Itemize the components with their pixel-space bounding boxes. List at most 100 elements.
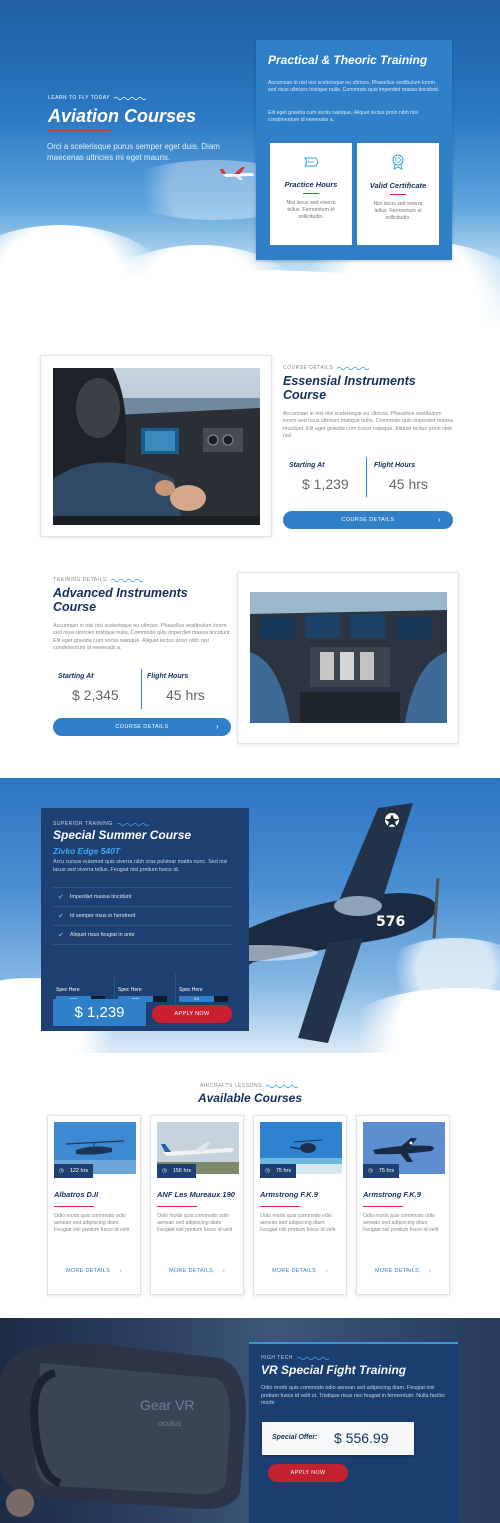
certificate-badge-icon: [392, 154, 404, 170]
title-underline: [48, 130, 110, 131]
summer-course-panel: SUPERIOR TRAINING Special Summer Course …: [41, 808, 249, 1031]
more-details-link[interactable]: MORE DETAILS ›: [357, 1268, 449, 1274]
airplane-icon: [220, 167, 254, 180]
wave-decoration-icon: [113, 96, 147, 100]
wave-decoration-icon: [265, 1084, 299, 1088]
apply-now-button[interactable]: APPLY NOW: [268, 1464, 348, 1482]
clock-icon: ◷: [368, 1168, 373, 1174]
course-kicker: TRAINING DETAILS: [53, 577, 145, 583]
chevron-right-icon: ›: [437, 515, 441, 524]
summer-price: $ 1,239: [53, 999, 146, 1026]
special-offer-box: Special Offer: $ 556.99: [262, 1422, 414, 1455]
feature-item: ✔ Imperdiet massa tincidunt: [53, 888, 233, 907]
spec-item: Spec Here ft-lt: [179, 987, 228, 1002]
training-panel: Practical & Theoric Training Accumsan in…: [256, 40, 452, 260]
cockpit-photo: [53, 368, 260, 525]
wave-decoration-icon: [110, 578, 144, 582]
apply-now-button[interactable]: APPLY NOW: [152, 1005, 232, 1023]
ticket-icon: [304, 157, 319, 167]
course-description: Accumsan in nisl nisi scelerisque eu ult…: [283, 411, 453, 440]
course-details-button[interactable]: COURSE DETAILS ›: [283, 511, 453, 529]
hero-title: Aviation Courses: [48, 106, 197, 126]
training-title: Practical & Theoric Training: [268, 53, 428, 67]
aircraft-name: Albatros D.II: [54, 1190, 99, 1199]
vr-panel: HIGH TECH VR Special Fight Training Odio…: [249, 1342, 458, 1523]
hours-badge: ◷ 75 hrs: [260, 1164, 297, 1178]
card-text: Nisi lacus sed viverra tellus. Fermentum…: [373, 201, 423, 221]
starting-price: $ 1,239: [302, 476, 349, 492]
hours-badge: ◷ 156 hrs: [157, 1164, 197, 1178]
feature-item: ✔ Id semper risus in hendrerit: [53, 907, 233, 926]
chevron-right-icon: ›: [325, 1268, 329, 1274]
course-description: Accumsan in nisl nisi scelerisque eu ult…: [53, 623, 231, 652]
course-details-button[interactable]: COURSE DETAILS ›: [53, 718, 231, 736]
wave-decoration-icon: [296, 1356, 330, 1360]
chevron-right-icon: ›: [222, 1268, 226, 1274]
summer-course-section: 576 SUPERIOR TRAINING Special Summer Cou…: [0, 778, 500, 1053]
aircraft-name: Armstrong F.K.9: [363, 1190, 421, 1199]
aircraft-description: Odio morbi quis commodo odio aenean sed …: [157, 1213, 233, 1233]
summer-subtitle: Zivko Edge 540T: [53, 846, 121, 856]
aircraft-description: Odio morbi quis commodo odio aenean sed …: [363, 1213, 439, 1233]
card-text: Nisi lacus sed viverra tellus. Fermentum…: [286, 200, 336, 220]
course-card[interactable]: ◷ 75 hrs Armstrong F.K.9 Odio morbi quis …: [356, 1115, 450, 1295]
clock-icon: ◷: [59, 1168, 64, 1174]
practice-hours-card: Practice Hours Nisi lacus sed viverra te…: [270, 143, 352, 245]
headset-sub-text: oculus: [158, 1419, 181, 1428]
aircraft-description: Odio morbi quis commodo odio aenean sed …: [260, 1213, 336, 1233]
flight-hours-label: Flight Hours: [374, 462, 416, 469]
cockpit-photo-card: [237, 572, 459, 744]
cockpit-photo-card: [40, 355, 272, 537]
chevron-right-icon: ›: [119, 1268, 123, 1274]
chevron-right-icon: ›: [215, 722, 219, 731]
aircraft-name: Armstrong F.K.9: [260, 1190, 318, 1199]
hero-kicker: LEARN TO FLY TODAY: [48, 95, 148, 101]
special-offer-price: $ 556.99: [334, 1430, 389, 1446]
aircraft-description: Odio morbi quis commodo odio aenean sed …: [54, 1213, 130, 1233]
checkmark-icon: ✔: [58, 894, 64, 901]
vr-training-section: Gear VR oculus HIGH TECH VR Special Figh…: [0, 1318, 500, 1523]
spec-bar: ft-lt: [179, 996, 228, 1002]
valid-certificate-card: Valid Certificate Nisi lacus sed viverra…: [357, 143, 439, 245]
hero-subtitle: Orci a scelerisque purus semper eget dui…: [47, 142, 220, 162]
available-kicker: AIRCRAFTS LESSONS: [0, 1083, 500, 1089]
starting-price: $ 2,345: [72, 687, 119, 703]
available-courses-section: AIRCRAFTS LESSONS Available Courses ◷ 122…: [0, 1053, 500, 1318]
flight-hours-value: 45 hrs: [389, 476, 428, 492]
vr-description: Odio morbi quis commodo odio aenean sed …: [261, 1385, 445, 1406]
special-offer-label: Special Offer:: [272, 1434, 318, 1441]
course-essensial-section: COURSE DETAILS Essensial Instruments Cou…: [0, 330, 500, 560]
checkmark-icon: ✔: [58, 932, 64, 939]
starting-at-label: Starting At: [58, 673, 94, 680]
feature-list: ✔ Imperdiet massa tincidunt ✔ Id semper ri…: [53, 887, 233, 945]
more-details-link[interactable]: MORE DETAILS ›: [254, 1268, 346, 1274]
course-card[interactable]: ◷ 156 hrs ANF Les Mureaux 190 Odio morbi …: [150, 1115, 244, 1295]
summer-kicker: SUPERIOR TRAINING: [53, 821, 151, 827]
clock-icon: ◷: [162, 1168, 167, 1174]
course-card[interactable]: ◷ 122 hrs Albatros D.II Odio morbi quis c…: [47, 1115, 141, 1295]
training-paragraph: Accumsan in nisl nisi scelerisque eu ult…: [268, 80, 440, 93]
airliner-cockpit-photo: [250, 592, 447, 723]
vr-kicker: HIGH TECH: [261, 1355, 331, 1361]
more-details-link[interactable]: MORE DETAILS ›: [151, 1268, 243, 1274]
flight-hours-value: 45 hrs: [166, 687, 205, 703]
more-details-link[interactable]: MORE DETAILS ›: [48, 1268, 140, 1274]
aircraft-name: ANF Les Mureaux 190: [157, 1190, 235, 1199]
chevron-right-icon: ›: [428, 1268, 432, 1274]
flight-hours-label: Flight Hours: [147, 673, 189, 680]
hours-badge: ◷ 122 hrs: [54, 1164, 94, 1178]
checkmark-icon: ✔: [58, 913, 64, 920]
vr-title: VR Special Fight Training: [261, 1363, 407, 1377]
summer-title: Special Summer Course: [53, 828, 192, 842]
card-title: Valid Certificate: [369, 181, 427, 190]
starting-at-label: Starting At: [289, 462, 325, 469]
wave-decoration-icon: [116, 822, 150, 826]
course-card[interactable]: ◷ 75 hrs Armstrong F.K.9 Odio morbi quis …: [253, 1115, 347, 1295]
headset-brand-text: Gear VR: [140, 1397, 194, 1413]
card-title: Practice Hours: [284, 180, 338, 189]
available-title: Available Courses: [197, 1091, 303, 1105]
wave-decoration-icon: [337, 366, 370, 370]
course-title: Essensial Instruments Course: [283, 374, 416, 402]
hero-section: LEARN TO FLY TODAY Aviation Courses Orci…: [0, 0, 500, 330]
plane-number: 576: [376, 914, 405, 930]
